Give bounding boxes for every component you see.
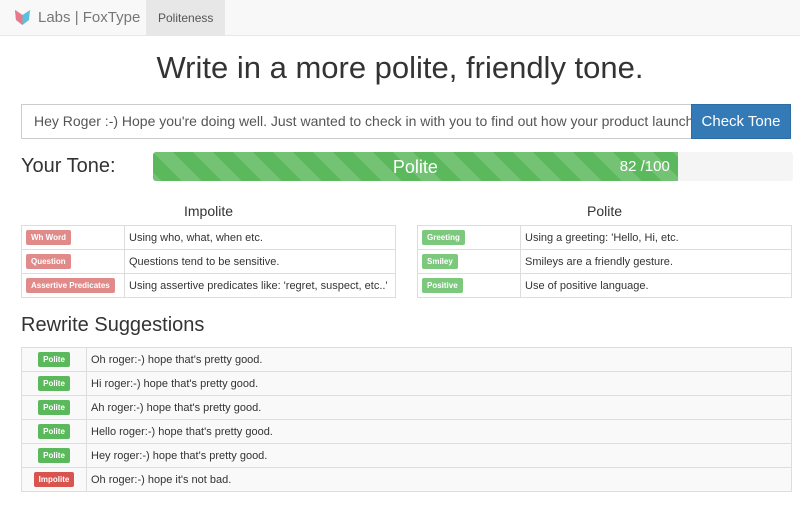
tone-label: Your Tone: [21, 155, 116, 177]
fox-logo-icon [15, 10, 30, 25]
suggestion-row: Polite Ah roger:-) hope that's pretty goo… [21, 395, 792, 420]
impolite-row: Wh Word Using who, what, when etc. [21, 225, 396, 250]
row-text: Ah roger:-) hope that's pretty good. [86, 395, 792, 420]
impolite-panel: Impolite Wh Word Using who, what, when et… [21, 203, 396, 298]
suggestion-row: Polite Hi roger:-) hope that's pretty goo… [21, 371, 792, 396]
tone-progress-fill: Polite 82 /100 [153, 152, 678, 181]
tag-badge: Assertive Predicates [26, 278, 115, 293]
tone-progress-bar: Polite 82 /100 [153, 152, 793, 181]
brand-link[interactable]: Labs | FoxType [0, 0, 146, 35]
tone-score: 82 /100 [619, 158, 670, 175]
navbar: Labs | FoxType Politeness [0, 0, 800, 36]
page-title: Write in a more polite, friendly tone. [156, 50, 644, 85]
brand-text: Labs | FoxType [38, 9, 141, 26]
row-text: Hello roger:-) hope that's pretty good. [86, 419, 792, 444]
row-text: Using who, what, when etc. [124, 225, 396, 250]
text-input[interactable]: Hey Roger :-) Hope you're doing well. Ju… [21, 104, 691, 139]
row-text: Hey roger:-) hope that's pretty good. [86, 443, 792, 468]
tag-badge: Question [26, 254, 71, 269]
nav-item-politeness[interactable]: Politeness [146, 0, 226, 35]
polite-row: Greeting Using a greeting: 'Hello, Hi, et… [417, 225, 792, 250]
row-text: Use of positive language. [520, 273, 792, 298]
tag-badge: Polite [38, 424, 70, 439]
tag-badge: Impolite [33, 472, 75, 487]
suggestions-table: Polite Oh roger:-) hope that's pretty goo… [21, 347, 792, 492]
tag-badge: Polite [38, 376, 70, 391]
impolite-table: Wh Word Using who, what, when etc. Questio… [21, 225, 396, 298]
polite-table: Greeting Using a greeting: 'Hello, Hi, et… [417, 225, 792, 298]
suggestion-row: Polite Oh roger:-) hope that's pretty goo… [21, 347, 792, 372]
suggestion-row: Impolite Oh roger:-) hope it's not bad. [21, 467, 792, 492]
tone-result: Polite [392, 157, 438, 177]
polite-title: Polite [586, 203, 623, 219]
row-text: Oh roger:-) hope it's not bad. [86, 467, 792, 492]
tag-badge: Positive [422, 278, 463, 293]
polite-panel: Polite Greeting Using a greeting: 'Hello,… [417, 203, 792, 298]
polite-row: Positive Use of positive language. [417, 273, 792, 298]
impolite-row: Question Questions tend to be sensitive. [21, 249, 396, 274]
row-text: Smileys are a friendly gesture. [520, 249, 792, 274]
row-text: Using assertive predicates like: 'regret… [124, 273, 396, 298]
row-text: Questions tend to be sensitive. [124, 249, 396, 274]
check-tone-button[interactable]: Check Tone [691, 104, 791, 139]
tag-badge: Polite [38, 448, 70, 463]
row-text: Oh roger:-) hope that's pretty good. [86, 347, 792, 372]
tag-badge: Smiley [422, 254, 458, 269]
tag-badge: Polite [38, 400, 70, 415]
tag-badge: Wh Word [26, 230, 71, 245]
impolite-title: Impolite [183, 203, 234, 219]
tag-badge: Greeting [422, 230, 465, 245]
polite-row: Smiley Smileys are a friendly gesture. [417, 249, 792, 274]
row-text: Using a greeting: 'Hello, Hi, etc. [520, 225, 792, 250]
impolite-row: Assertive Predicates Using assertive pred… [21, 273, 396, 298]
tag-badge: Polite [38, 352, 70, 367]
suggestion-row: Polite Hello roger:-) hope that's pretty … [21, 419, 792, 444]
suggestion-row: Polite Hey roger:-) hope that's pretty go… [21, 443, 792, 468]
row-text: Hi roger:-) hope that's pretty good. [86, 371, 792, 396]
suggestions-title: Rewrite Suggestions [21, 314, 205, 336]
